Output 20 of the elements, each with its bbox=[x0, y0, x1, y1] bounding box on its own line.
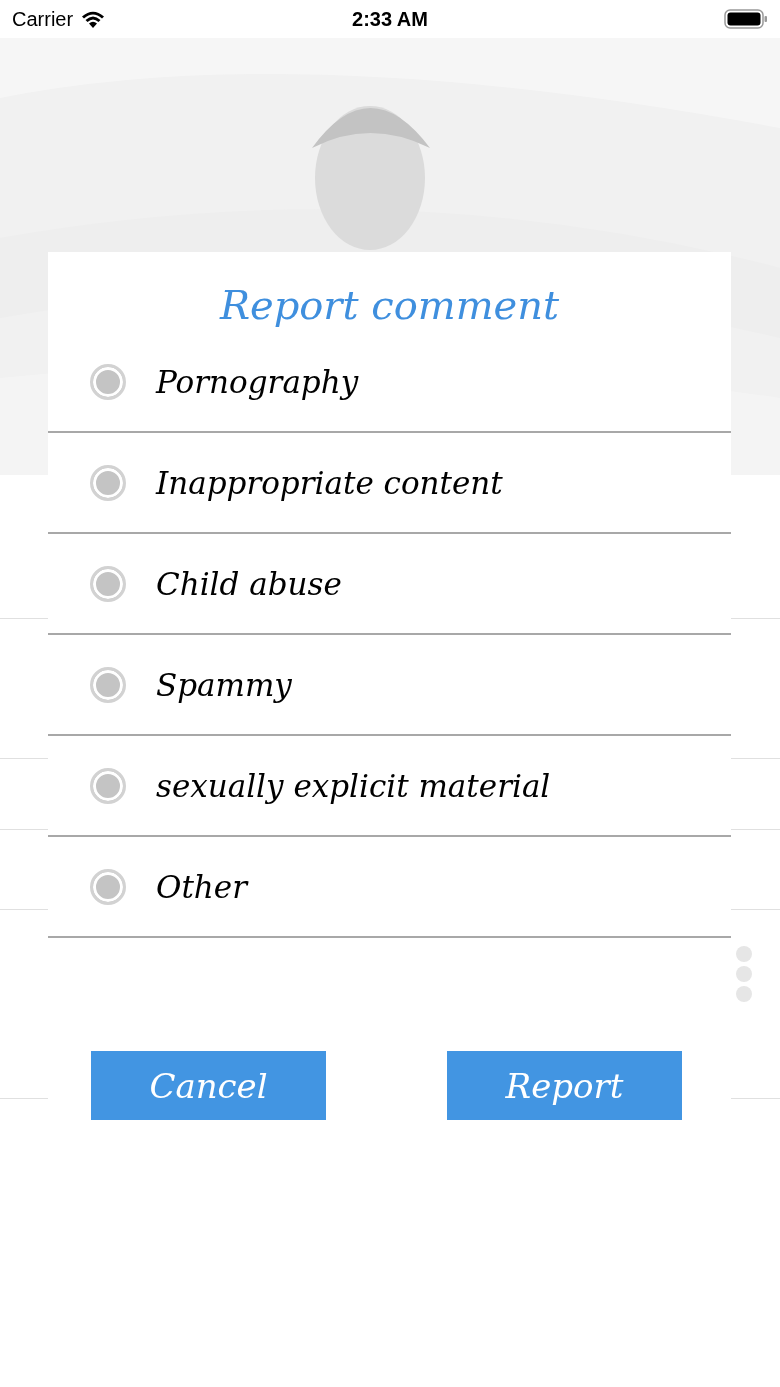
option-label: Pornography bbox=[156, 363, 359, 400]
report-button[interactable]: Report bbox=[447, 1051, 682, 1120]
option-label: Inappropriate content bbox=[156, 464, 503, 501]
option-label: Spammy bbox=[156, 666, 292, 703]
radio-button[interactable] bbox=[90, 464, 126, 501]
carrier-name: Carrier bbox=[12, 7, 74, 31]
radio-button[interactable] bbox=[90, 363, 126, 400]
option-label: Child abuse bbox=[156, 565, 342, 602]
radio-button[interactable] bbox=[90, 565, 126, 602]
radio-button[interactable] bbox=[90, 666, 126, 703]
battery-icon bbox=[724, 9, 768, 29]
cancel-button[interactable]: Cancel bbox=[91, 1051, 326, 1120]
wifi-icon bbox=[81, 10, 106, 28]
radio-button[interactable] bbox=[90, 767, 126, 804]
radio-button[interactable] bbox=[90, 868, 126, 905]
more-icon bbox=[734, 945, 754, 1003]
option-label: sexually explicit material bbox=[156, 767, 551, 804]
option-label: Other bbox=[156, 868, 247, 905]
status-time: 2:33 AM bbox=[352, 7, 428, 31]
dialog-title: Report comment bbox=[218, 281, 561, 330]
